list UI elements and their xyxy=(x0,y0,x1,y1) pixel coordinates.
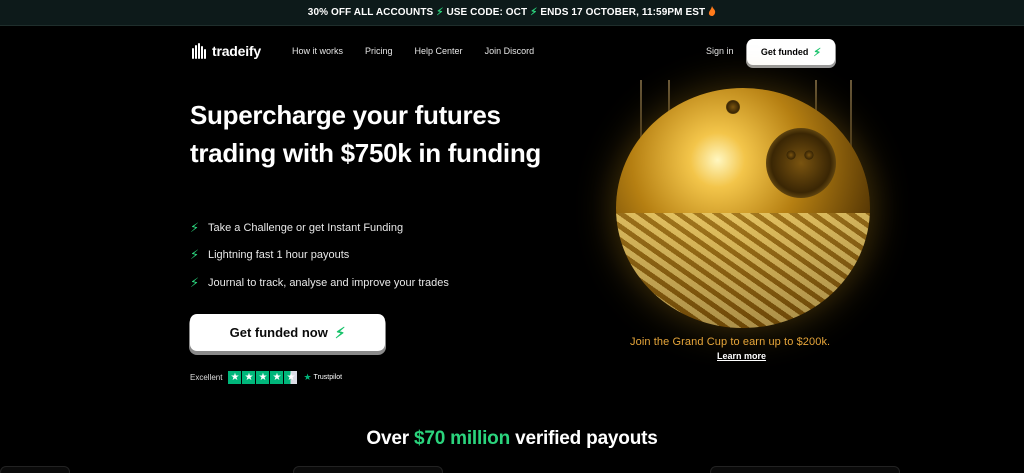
rating-stars: ★ ★ ★ ★ ★ xyxy=(228,371,298,384)
feature-text: Lightning fast 1 hour payouts xyxy=(208,249,350,262)
lightning-bolt-icon: ⚡︎ xyxy=(530,7,538,18)
fire-icon xyxy=(708,6,716,19)
lightning-bolt-icon: ⚡︎ xyxy=(190,219,200,235)
nav-get-funded-button[interactable]: Get funded ⚡︎ xyxy=(748,40,834,64)
feature-item: ⚡︎ Take a Challenge or get Instant Fundi… xyxy=(190,214,449,242)
lightning-bolt-icon: ⚡︎ xyxy=(436,7,444,18)
trustpilot-star-icon: ★ xyxy=(303,372,312,382)
sphere-bolt xyxy=(786,150,796,160)
feature-text: Journal to track, analyse and improve yo… xyxy=(208,276,449,289)
star-icon: ★ xyxy=(228,371,242,384)
feature-list: ⚡︎ Take a Challenge or get Instant Fundi… xyxy=(190,214,449,297)
hero-get-funded-button[interactable]: Get funded now ⚡︎ xyxy=(191,315,384,350)
payouts-amount: $70 million xyxy=(413,428,510,449)
star-icon: ★ xyxy=(242,371,256,384)
sphere-porthole xyxy=(766,128,836,198)
trustpilot-name: Trustpilot xyxy=(313,374,343,381)
nav-link-help-center[interactable]: Help Center xyxy=(415,46,463,56)
nav-link-pricing[interactable]: Pricing xyxy=(365,46,393,56)
hero-get-funded-label: Get funded now xyxy=(229,325,328,340)
nav-links: How it works Pricing Help Center Join Di… xyxy=(292,46,534,56)
sphere-bolt xyxy=(804,150,814,160)
payout-card-edge xyxy=(293,466,443,473)
promo-discount: 30% OFF ALL ACCOUNTS xyxy=(307,7,434,18)
tradeify-logo-icon xyxy=(192,43,206,59)
star-half-icon: ★ xyxy=(284,371,298,384)
nav-link-join-discord[interactable]: Join Discord xyxy=(485,46,535,56)
rating-label: Excellent xyxy=(190,373,223,382)
promo-banner: 30% OFF ALL ACCOUNTS ⚡︎ USE CODE: OCT ⚡︎… xyxy=(0,0,1024,26)
nav-get-funded-label: Get funded xyxy=(760,47,809,57)
feature-text: Take a Challenge or get Instant Funding xyxy=(208,221,404,234)
sign-in-link[interactable]: Sign in xyxy=(706,46,734,56)
brand-name: tradeify xyxy=(212,43,261,59)
star-icon: ★ xyxy=(256,371,270,384)
top-nav: tradeify How it works Pricing Help Cente… xyxy=(0,26,1024,80)
payouts-heading: Over $70 million verified payouts xyxy=(0,428,1024,450)
lightning-bolt-icon: ⚡︎ xyxy=(813,46,822,59)
payout-card-edge xyxy=(0,466,70,473)
payouts-suffix: verified payouts xyxy=(515,428,658,449)
payout-card-edge xyxy=(710,466,900,473)
nav-link-how-it-works[interactable]: How it works xyxy=(292,46,343,56)
trustpilot-rating[interactable]: Excellent ★ ★ ★ ★ ★ ★ Trustpilot xyxy=(190,371,342,384)
lightning-bolt-icon: ⚡︎ xyxy=(334,324,346,342)
lightning-bolt-icon: ⚡︎ xyxy=(190,274,200,290)
trustpilot-brand: ★ Trustpilot xyxy=(303,372,342,383)
lightning-bolt-icon: ⚡︎ xyxy=(190,247,200,263)
payouts-prefix: Over xyxy=(366,428,409,449)
gold-sphere-image xyxy=(616,88,870,328)
promo-deadline: ENDS 17 OCTOBER, 11:59PM EST xyxy=(540,7,706,18)
money-pile xyxy=(616,213,870,328)
learn-more-link[interactable]: Learn more xyxy=(717,351,766,361)
star-icon: ★ xyxy=(270,371,284,384)
promo-code: USE CODE: OCT xyxy=(446,7,528,18)
grand-cup-text: Join the Grand Cup to earn up to $200k. xyxy=(630,336,831,348)
feature-item: ⚡︎ Journal to track, analyse and improve… xyxy=(190,269,449,297)
hero-title: Supercharge your futures trading with $7… xyxy=(190,100,541,168)
feature-item: ⚡︎ Lightning fast 1 hour payouts xyxy=(190,242,449,270)
sphere-bolt xyxy=(726,100,740,114)
brand-logo[interactable]: tradeify xyxy=(190,42,261,60)
